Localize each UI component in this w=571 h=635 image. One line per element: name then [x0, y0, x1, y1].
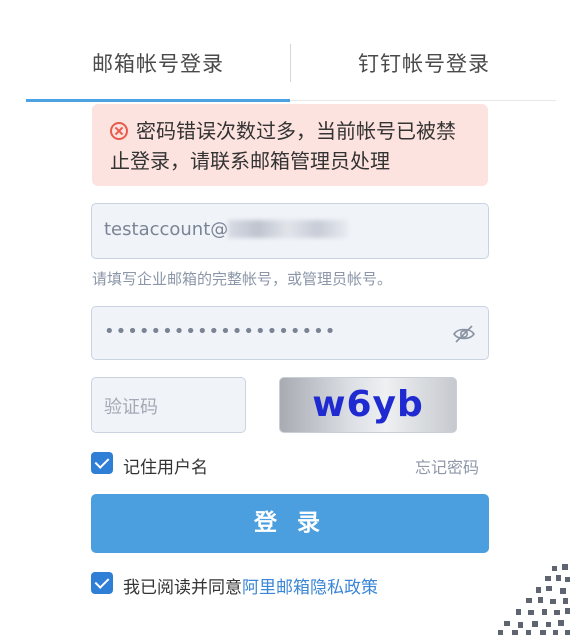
error-banner: 密码错误次数过多，当前帐号已被禁止登录，请联系邮箱管理员处理 — [92, 104, 488, 186]
login-button[interactable]: 登 录 — [91, 494, 489, 553]
login-tabs: 邮箱帐号登录 钉钉帐号登录 — [0, 0, 571, 102]
eye-hidden-icon[interactable] — [452, 322, 476, 346]
tab-dingtalk-login[interactable]: 钉钉帐号登录 — [358, 48, 490, 78]
tab-divider — [290, 44, 291, 82]
email-hint: 请填写企业邮箱的完整帐号，或管理员帐号。 — [92, 270, 393, 288]
tab-active-indicator — [26, 99, 290, 102]
remember-username-label[interactable]: 记住用户名 — [123, 453, 208, 478]
agree-prefix: 我已阅读并同意 — [123, 578, 242, 598]
captcha-placeholder: 验证码 — [104, 397, 158, 418]
email-domain-redacted — [228, 220, 349, 238]
privacy-policy-link[interactable]: 阿里邮箱隐私政策 — [242, 578, 378, 598]
email-value: testaccount@ — [104, 219, 229, 240]
password-masked-value: •••••••••••••••••••• — [104, 321, 337, 342]
password-field[interactable]: •••••••••••••••••••• — [91, 306, 489, 360]
tab-email-login[interactable]: 邮箱帐号登录 — [92, 48, 224, 78]
remember-username-checkbox[interactable] — [91, 452, 113, 474]
email-field[interactable]: testaccount@ — [91, 203, 489, 259]
forgot-password-link[interactable]: 忘记密码 — [415, 454, 479, 478]
captcha-input[interactable]: 验证码 — [91, 377, 246, 433]
error-circle-x-icon — [110, 122, 128, 140]
captcha-image[interactable]: w6yb — [279, 377, 457, 433]
agree-policy-text: 我已阅读并同意阿里邮箱隐私政策 — [123, 573, 378, 598]
qr-code-corner-icon[interactable] — [490, 560, 571, 635]
agree-policy-checkbox[interactable] — [91, 572, 113, 594]
error-message: 密码错误次数过多，当前帐号已被禁止登录，请联系邮箱管理员处理 — [110, 119, 456, 173]
